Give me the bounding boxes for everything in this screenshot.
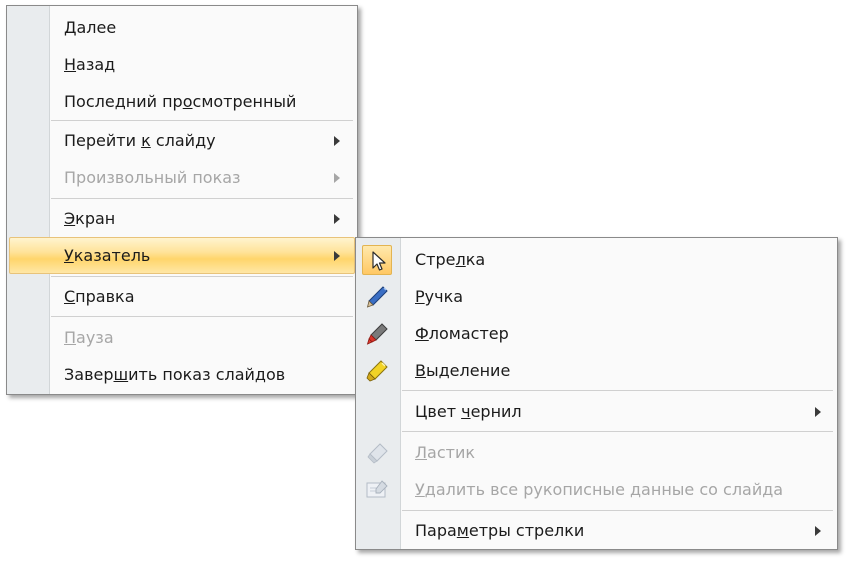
menu-item-label: Указатель <box>64 245 151 265</box>
menu-item-label: Цвет чернил <box>415 401 522 421</box>
menu-item-label: Удалить все рукописные данные со слайда <box>415 479 784 499</box>
menu-separator <box>51 276 353 277</box>
menu-item-next[interactable]: Далее <box>7 9 357 46</box>
menu-separator <box>51 120 353 121</box>
menu-separator <box>402 431 833 432</box>
menu-separator <box>51 316 353 317</box>
menu-item-pointer[interactable]: Указатель <box>7 237 357 274</box>
slideshow-context-menu: Далее Назад Последний просмотренный Пере… <box>6 5 358 395</box>
menu-item-screen[interactable]: Экран <box>7 200 357 237</box>
menu-separator <box>402 510 833 511</box>
submenu-arrow-icon <box>334 135 340 146</box>
menu-item-last-viewed[interactable]: Последний просмотренный <box>7 83 357 120</box>
menu-item-custom-show: Произвольный показ <box>7 159 357 196</box>
menu-item-label: Стрелка <box>415 249 486 269</box>
menu-item-go-to-slide[interactable]: Перейти к слайду <box>7 122 357 159</box>
menu-item-label: Пауза <box>64 327 114 347</box>
blue-pen-icon <box>362 282 392 312</box>
menu-item-label: Ластик <box>415 442 476 462</box>
menu-item-highlight <box>9 237 355 274</box>
submenu-arrow-icon <box>334 213 340 224</box>
menu-item-label: Назад <box>64 54 116 74</box>
submenu-arrow-icon <box>815 406 821 417</box>
menu-item-felt-tip-pen[interactable]: Фломастер <box>356 315 837 352</box>
pointer-options-submenu: Стрелка Ручка Фломастер Выделение Цвет ч… <box>355 237 838 550</box>
menu-separator <box>51 198 353 199</box>
menu-item-highlighter[interactable]: Выделение <box>356 352 837 389</box>
menu-item-label: Выделение <box>415 360 511 380</box>
erase-all-ink-icon <box>362 475 392 505</box>
menu-item-label: Перейти к слайду <box>64 130 216 150</box>
menu-separator <box>402 390 833 391</box>
menu-item-arrow-options[interactable]: Параметры стрелки <box>356 512 837 549</box>
menu-item-pause: Пауза <box>7 319 357 356</box>
arrow-cursor-icon <box>362 244 392 275</box>
menu-item-label: Фломастер <box>415 323 509 343</box>
eraser-icon <box>362 438 392 468</box>
menu-item-label: Ручка <box>415 286 464 306</box>
menu-item-erase-all-ink: Удалить все рукописные данные со слайда <box>356 471 837 508</box>
menu-item-end-show[interactable]: Завершить показ слайдов <box>7 356 357 393</box>
menu-item-eraser: Ластик <box>356 434 837 471</box>
menu-item-label: Произвольный показ <box>64 167 241 187</box>
yellow-highlighter-icon <box>362 356 392 386</box>
menu-item-ink-color[interactable]: Цвет чернил <box>356 393 837 430</box>
red-felt-tip-icon <box>362 319 392 349</box>
menu-item-label: Последний просмотренный <box>64 91 297 111</box>
menu-item-label: Далее <box>64 17 117 37</box>
menu-item-help[interactable]: Справка <box>7 278 357 315</box>
submenu-arrow-icon <box>334 250 340 261</box>
menu-item-label: Справка <box>64 286 135 306</box>
menu-item-label: Завершить показ слайдов <box>64 364 286 384</box>
menu-item-arrow[interactable]: Стрелка <box>356 241 837 278</box>
menu-item-label: Экран <box>64 208 116 228</box>
submenu-arrow-icon <box>815 525 821 536</box>
menu-item-ballpoint-pen[interactable]: Ручка <box>356 278 837 315</box>
menu-item-previous[interactable]: Назад <box>7 46 357 83</box>
submenu-arrow-icon <box>334 172 340 183</box>
menu-item-label: Параметры стрелки <box>415 520 585 540</box>
